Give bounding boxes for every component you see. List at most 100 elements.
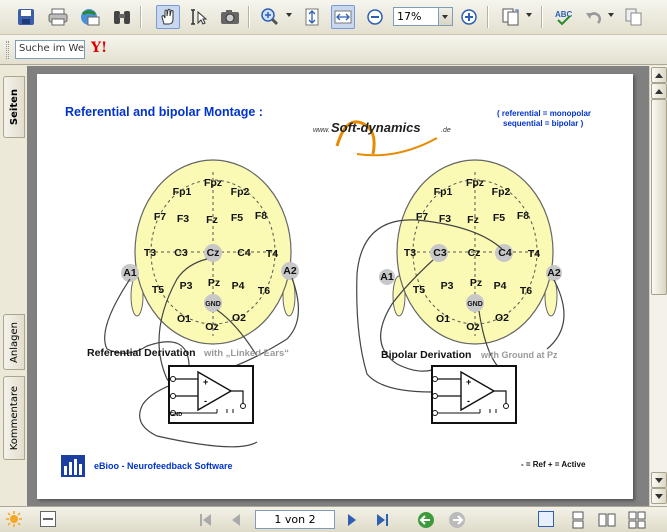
previous-page-icon[interactable] <box>228 512 244 531</box>
svg-text:F8: F8 <box>255 210 267 222</box>
copy-icon[interactable] <box>622 5 646 29</box>
scrollbar-thumb[interactable] <box>651 99 667 295</box>
zoom-in-plus-icon[interactable] <box>457 5 481 29</box>
zoom-menu-caret[interactable] <box>286 13 292 17</box>
right-derivation-subtitle: with Ground at Pz <box>480 350 558 360</box>
svg-text:P3: P3 <box>441 280 454 292</box>
save-icon[interactable] <box>14 5 38 29</box>
svg-text:Fp2: Fp2 <box>231 186 250 198</box>
ebioo-logo <box>61 455 85 477</box>
svg-text:P3: P3 <box>180 280 193 292</box>
page-thumbnail-icon[interactable] <box>40 511 56 527</box>
legend-line-2: sequential = bipolar ) <box>503 119 584 128</box>
email-icon[interactable] <box>78 5 102 29</box>
scroll-up-arrow-icon[interactable] <box>651 67 667 83</box>
zoom-percent-field[interactable]: 17% <box>393 7 439 26</box>
svg-text:Cz: Cz <box>207 247 220 259</box>
svg-text:C4: C4 <box>498 247 512 259</box>
options-sun-icon[interactable] <box>6 511 22 530</box>
svg-text:Fp1: Fp1 <box>434 186 453 198</box>
single-page-view-icon[interactable] <box>538 511 554 527</box>
left-derivation-title: Referential Derivation <box>87 347 196 359</box>
search-toolbar: Suche im Web Y! <box>0 35 667 65</box>
search-binoculars-icon[interactable] <box>110 5 134 29</box>
scroll-page-down-icon[interactable] <box>651 472 667 488</box>
svg-text:A2: A2 <box>547 267 561 279</box>
continuous-facing-view-icon[interactable] <box>628 511 646 532</box>
status-bar: 1 von 2 <box>0 506 667 532</box>
svg-text:Fz: Fz <box>206 214 218 226</box>
snapshot-icon[interactable] <box>218 5 242 29</box>
svg-text:O2: O2 <box>232 312 246 324</box>
left-derivation-subtitle: with „Linked Ears“ <box>203 348 289 359</box>
svg-text:F5: F5 <box>231 212 243 224</box>
svg-text:C3: C3 <box>174 247 188 259</box>
spellcheck-icon[interactable]: ABC <box>552 5 576 29</box>
svg-text:Fp1: Fp1 <box>173 186 192 198</box>
last-page-icon[interactable] <box>374 512 390 531</box>
hand-tool-icon[interactable] <box>156 5 180 29</box>
continuous-view-icon[interactable] <box>570 511 586 532</box>
main-toolbar: 17% ABC <box>0 0 667 35</box>
svg-text:www.: www. <box>313 127 330 134</box>
svg-text:GND: GND <box>170 412 182 418</box>
svg-text:Pz: Pz <box>470 277 482 289</box>
web-search-input[interactable]: Suche im Web <box>15 40 85 59</box>
go-forward-icon[interactable] <box>448 511 466 532</box>
svg-text:T5: T5 <box>413 284 425 296</box>
navigation-sidebar: Seiten Anlagen Kommentare <box>0 66 27 506</box>
svg-text:F8: F8 <box>517 210 529 222</box>
svg-text:T6: T6 <box>258 285 270 297</box>
facing-view-icon[interactable] <box>598 511 616 532</box>
svg-text:A1: A1 <box>380 271 394 283</box>
svg-text:Oz: Oz <box>205 321 218 333</box>
document-view[interactable]: Referential and bipolar Montage : www. S… <box>27 66 649 506</box>
svg-text:Pz: Pz <box>208 277 220 289</box>
svg-text:A1: A1 <box>123 267 137 279</box>
svg-text:+: + <box>203 377 208 387</box>
page-layout-icon[interactable] <box>500 5 524 29</box>
tab-pages[interactable]: Seiten <box>3 76 25 138</box>
fit-height-icon[interactable] <box>300 5 324 29</box>
footer-brand: eBioo - Neurofeedback Software <box>94 461 233 471</box>
svg-text:GND: GND <box>467 301 483 308</box>
svg-text:T4: T4 <box>266 248 278 260</box>
select-text-icon[interactable] <box>187 5 211 29</box>
footer-legend: - = Ref + = Active <box>521 460 586 469</box>
svg-text:Cz: Cz <box>468 247 481 259</box>
svg-text:P4: P4 <box>232 280 245 292</box>
tab-comments[interactable]: Kommentare <box>3 376 25 460</box>
yahoo-button[interactable]: Y! <box>91 40 113 60</box>
undo-icon[interactable] <box>582 5 606 29</box>
svg-text:T4: T4 <box>528 248 540 260</box>
go-back-icon[interactable] <box>417 511 435 532</box>
svg-text:Fz: Fz <box>467 214 479 226</box>
next-page-icon[interactable] <box>344 512 360 531</box>
svg-text:-: - <box>204 396 207 406</box>
right-amplifier: + - <box>431 365 517 424</box>
svg-text:C3: C3 <box>433 247 447 259</box>
svg-text:F5: F5 <box>493 212 505 224</box>
svg-text:T5: T5 <box>152 284 164 296</box>
vertical-scrollbar[interactable] <box>649 66 667 506</box>
svg-text:Oz: Oz <box>466 321 479 333</box>
pdf-page: Referential and bipolar Montage : www. S… <box>37 74 633 499</box>
tab-attachments[interactable]: Anlagen <box>3 314 25 370</box>
undo-menu-caret[interactable] <box>608 13 614 17</box>
scroll-down-arrow-icon[interactable] <box>651 488 667 504</box>
scroll-page-up-icon[interactable] <box>651 83 667 99</box>
page-number-field[interactable]: 1 von 2 <box>255 510 335 529</box>
soft-dynamics-logo: www. Soft-dynamics .de <box>313 120 451 157</box>
zoom-out-minus-icon[interactable] <box>363 5 387 29</box>
toolbar-grip[interactable] <box>6 41 9 59</box>
svg-text:GND: GND <box>205 301 221 308</box>
svg-text:A2: A2 <box>283 265 297 277</box>
zoom-dropdown-button[interactable] <box>439 7 453 26</box>
layout-menu-caret[interactable] <box>526 13 532 17</box>
first-page-icon[interactable] <box>198 512 214 531</box>
svg-text:F7: F7 <box>154 211 166 223</box>
print-icon[interactable] <box>46 5 70 29</box>
fit-width-icon[interactable] <box>331 5 355 29</box>
legend-line-1: ( referential = monopolar <box>497 109 591 118</box>
zoom-in-icon[interactable] <box>258 5 282 29</box>
